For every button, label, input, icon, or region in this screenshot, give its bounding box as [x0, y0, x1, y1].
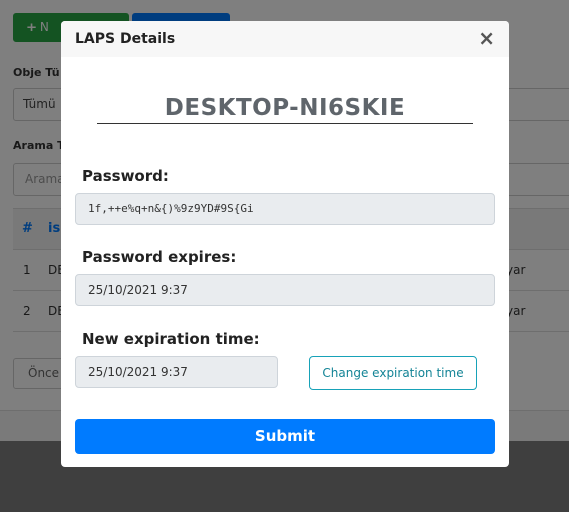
close-icon[interactable]: ×: [478, 28, 495, 48]
change-expiration-button[interactable]: Change expiration time: [309, 356, 477, 390]
password-expires-label: Password expires:: [82, 248, 237, 266]
new-expiration-field[interactable]: 25/10/2021 9:37: [75, 356, 278, 388]
modal-header: LAPS Details ×: [61, 21, 509, 57]
computer-name-heading: DESKTOP-NI6SKIE: [97, 95, 473, 124]
submit-button[interactable]: Submit: [75, 419, 495, 454]
laps-details-modal: LAPS Details × DESKTOP-NI6SKIE Password:…: [61, 21, 509, 467]
password-field[interactable]: 1f,++e%q+n&{)%9z9YD#9S{Gi: [75, 193, 495, 225]
password-expires-field[interactable]: 25/10/2021 9:37: [75, 274, 495, 306]
password-label: Password:: [82, 167, 169, 185]
new-expiration-label: New expiration time:: [82, 330, 260, 348]
modal-title: LAPS Details: [75, 31, 176, 47]
